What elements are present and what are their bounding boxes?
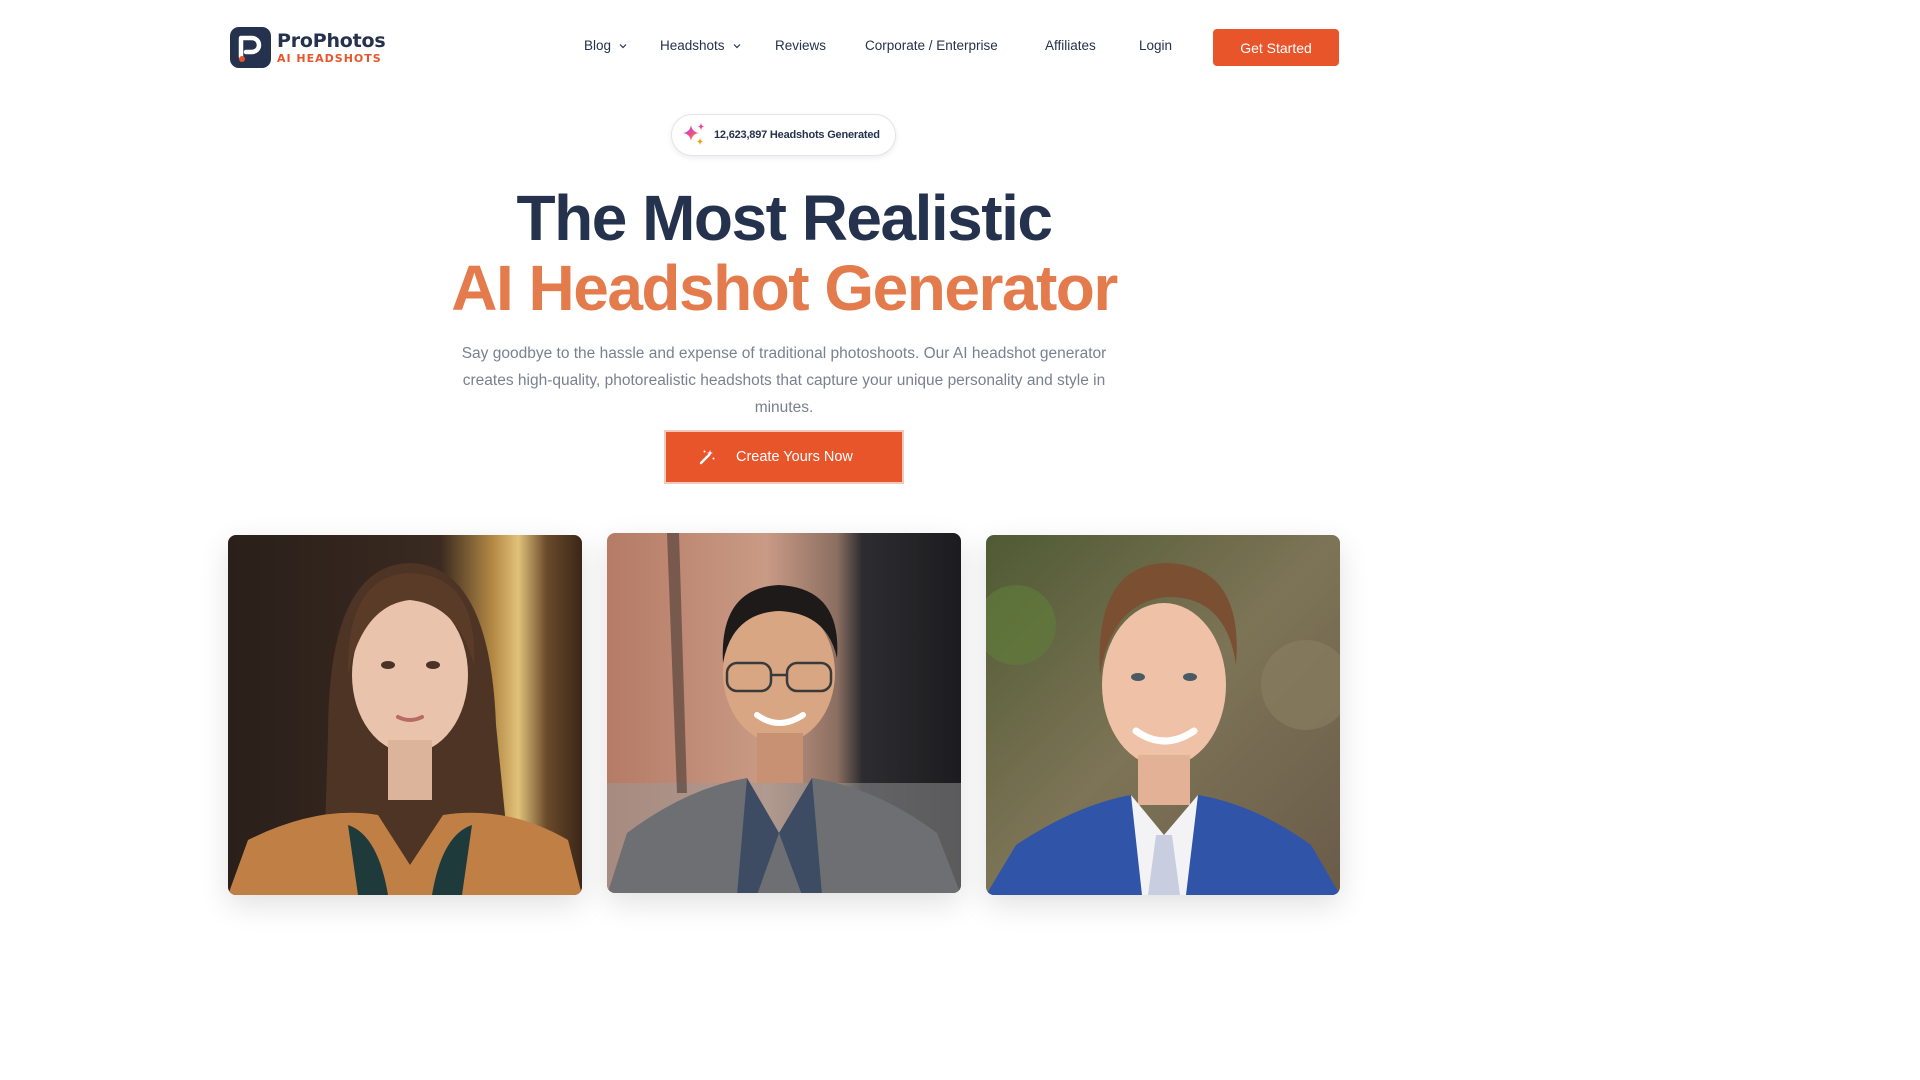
brand-logo[interactable]: ProPhotos AI HEADSHOTS <box>230 27 386 68</box>
nav-item-label: Login <box>1139 38 1173 53</box>
brand-tagline: AI HEADSHOTS <box>277 52 382 65</box>
chevron-down-icon <box>733 43 740 48</box>
nav-item-label: Reviews <box>775 38 827 53</box>
magic-wand-icon <box>699 450 715 465</box>
brand-name: ProPhotos <box>277 30 386 52</box>
get-started-button[interactable]: Get Started <box>1213 29 1339 66</box>
nav-item-affiliates[interactable]: Affiliates <box>1045 38 1096 53</box>
headshot-man-glasses-portrait <box>607 533 961 893</box>
nav-item-reviews[interactable]: Reviews <box>775 38 826 53</box>
site-header: ProPhotos AI HEADSHOTS Blog Headshots Re… <box>0 0 1568 96</box>
nav-item-headshots[interactable]: Headshots <box>660 38 741 53</box>
sparkles-icon <box>683 123 704 145</box>
nav-item-label: Headshots <box>660 38 725 53</box>
hero-title-line2: AI Headshot Generator <box>451 252 1118 324</box>
headshot-man-blue-suit-portrait <box>986 535 1340 895</box>
logo-mark-icon <box>230 27 271 68</box>
nav-item-label: Affiliates <box>1045 38 1096 53</box>
headshots-count-badge: 12,623,897 Headshots Generated <box>671 114 896 156</box>
nav-item-blog[interactable]: Blog <box>584 38 627 53</box>
create-yours-now-label: Create Yours Now <box>736 449 853 465</box>
nav-item-label: Corporate / Enterprise <box>865 38 998 53</box>
nav-item-corporate[interactable]: Corporate / Enterprise <box>865 38 998 53</box>
nav-item-label: Blog <box>584 38 612 53</box>
headshot-woman-portrait <box>228 535 582 895</box>
hero-title-line1: The Most Realistic <box>516 182 1053 254</box>
nav-item-login[interactable]: Login <box>1139 38 1172 53</box>
headshots-count-text: 12,623,897 Headshots Generated <box>714 129 880 141</box>
chevron-down-icon <box>619 43 627 48</box>
hero-subtitle: Say goodbye to the hassle and expense of… <box>461 345 1107 416</box>
create-yours-now-button[interactable]: Create Yours Now <box>664 430 904 484</box>
